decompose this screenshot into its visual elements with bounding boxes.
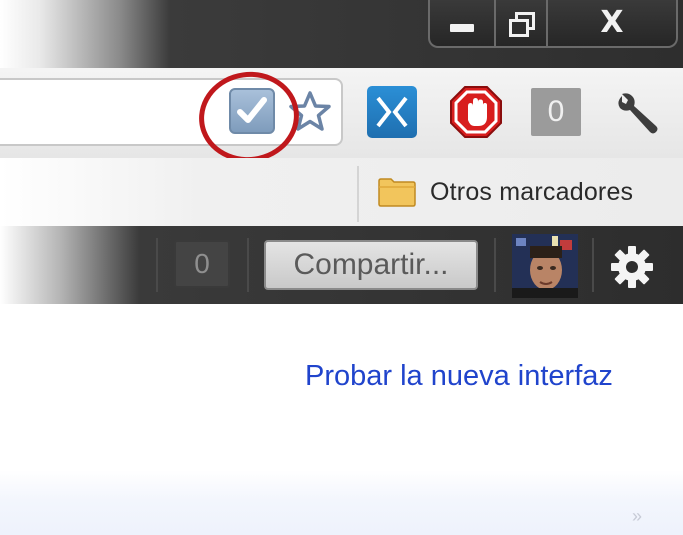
notification-count[interactable]: 0 — [174, 240, 230, 288]
gear-icon[interactable] — [607, 242, 657, 292]
google-bar-separator — [592, 238, 594, 292]
close-button[interactable]: X — [548, 0, 676, 46]
avatar[interactable] — [512, 234, 578, 298]
x-extension-icon[interactable] — [367, 86, 417, 138]
window-controls: X — [428, 0, 678, 48]
content-panel-top — [0, 470, 683, 535]
share-button[interactable]: Compartir... — [264, 240, 478, 290]
close-icon: X — [600, 5, 624, 40]
bookmarks-bar: Otros marcadores — [0, 158, 683, 226]
google-bar-separator — [247, 238, 249, 292]
restore-icon — [508, 10, 535, 37]
adblock-hand-icon[interactable] — [448, 84, 504, 140]
other-bookmarks-label: Otros marcadores — [430, 177, 634, 206]
folder-icon — [378, 177, 416, 207]
chevron-right-icon[interactable]: » — [632, 506, 642, 527]
google-bar-separator — [156, 238, 158, 292]
window-title-bar: X — [0, 0, 683, 68]
minimize-icon — [450, 24, 474, 32]
wrench-icon[interactable] — [612, 88, 662, 138]
google-bar-separator — [494, 238, 496, 292]
bookmarks-separator — [357, 166, 359, 222]
google-bar: 0 Compartir... — [0, 226, 683, 304]
restore-button[interactable] — [496, 0, 548, 46]
other-bookmarks-button[interactable]: Otros marcadores — [378, 168, 633, 216]
minimize-button[interactable] — [430, 0, 496, 46]
extension-badge-count[interactable]: 0 — [531, 88, 581, 136]
try-new-interface-link[interactable]: Probar la nueva interfaz — [305, 360, 613, 393]
